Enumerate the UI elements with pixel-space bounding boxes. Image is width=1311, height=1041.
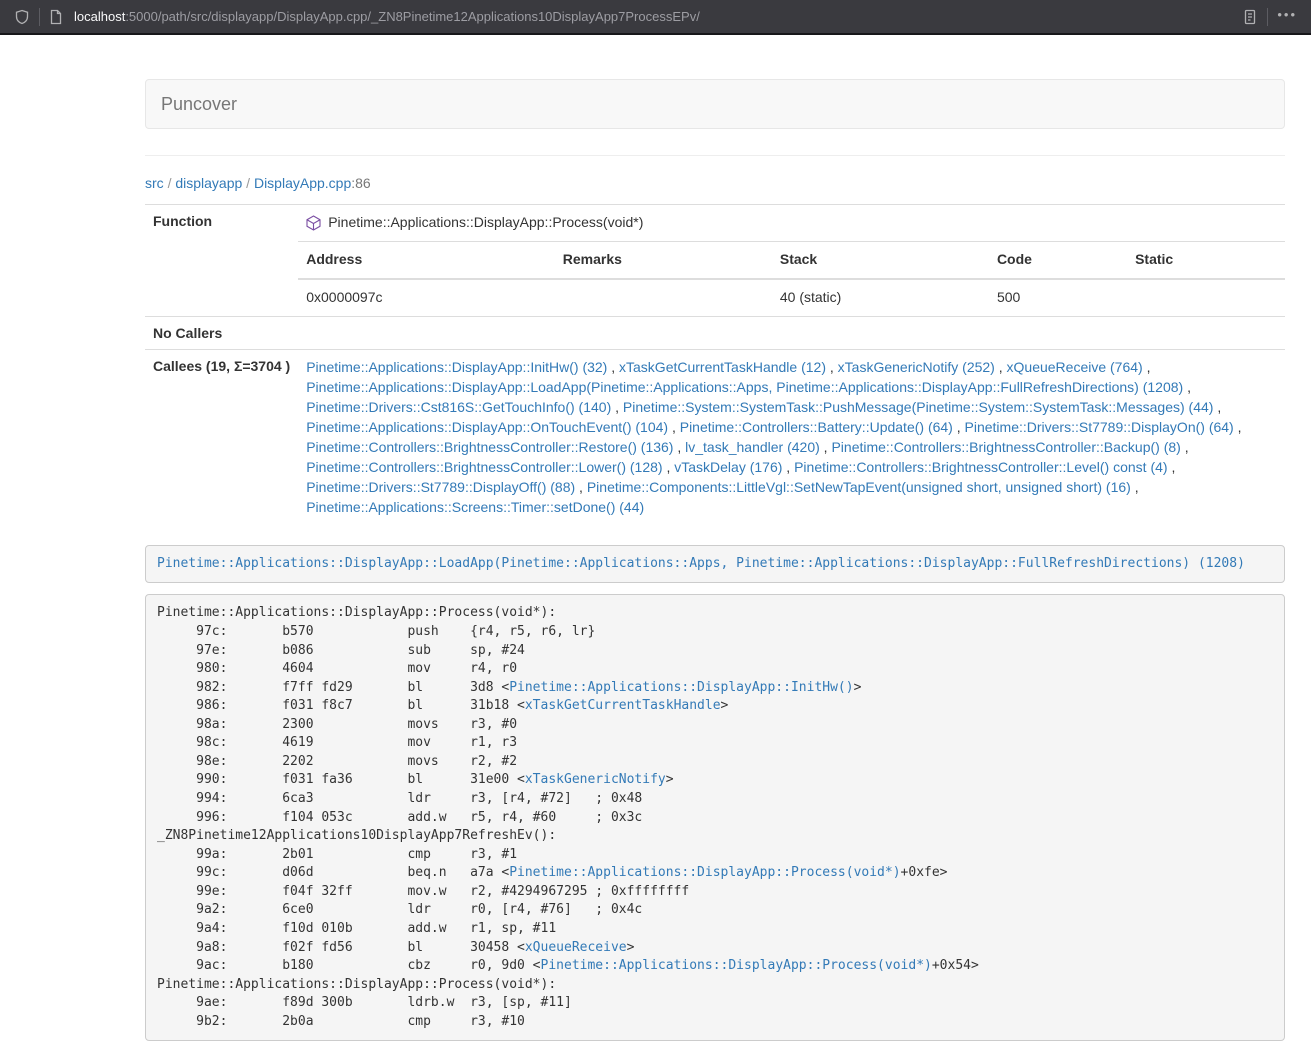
callee-link[interactable]: xTaskGenericNotify (252) [838,359,995,375]
breadcrumb-link-file[interactable]: DisplayApp.cpp [254,175,351,191]
callee-link[interactable]: Pinetime::Controllers::BrightnessControl… [306,459,662,475]
cell-code: 500 [989,279,1127,316]
function-name: Pinetime::Applications::DisplayApp::Proc… [328,213,643,233]
navbar: Puncover [145,79,1285,129]
asm-symbol-link[interactable]: Pinetime::Applications::DisplayApp::Proc… [541,958,932,973]
callee-link[interactable]: Pinetime::Controllers::Battery::Update()… [680,419,953,435]
callee-link[interactable]: Pinetime::Controllers::BrightnessControl… [306,439,673,455]
callee-link[interactable]: Pinetime::Drivers::St7789::DisplayOn() (… [965,419,1234,435]
reader-mode-icon[interactable] [1242,9,1258,25]
cell-remarks [555,279,772,316]
function-row: Function Pinetime::Applications::Display… [145,205,1285,241]
page-container: Puncover src / displayapp / DisplayApp.c… [145,79,1285,1041]
callee-link[interactable]: xQueueReceive (764) [1007,359,1143,375]
breadcrumb-separator: / [246,175,250,191]
cell-static [1127,279,1285,316]
highlighted-symbol-box: Pinetime::Applications::DisplayApp::Load… [145,545,1285,584]
callee-link[interactable]: Pinetime::Components::LittleVgl::SetNewT… [587,479,1131,495]
breadcrumb-link-displayapp[interactable]: displayapp [175,175,242,191]
stats-row: Address Remarks Stack Code Static 0x0000… [145,241,1285,316]
function-table: Function Pinetime::Applications::Display… [145,204,1285,526]
asm-symbol-link[interactable]: xTaskGenericNotify [525,772,666,787]
breadcrumb-separator: / [168,175,172,191]
chrome-divider [1267,8,1268,26]
callee-link[interactable]: Pinetime::Applications::DisplayApp::Load… [306,379,1183,395]
callee-link[interactable]: Pinetime::Applications::DisplayApp::Init… [306,359,607,375]
divider [145,155,1285,156]
callee-link[interactable]: lv_task_handler (420) [685,439,820,455]
assembly-code: Pinetime::Applications::DisplayApp::Proc… [145,594,1285,1041]
function-label: Function [145,205,298,241]
col-header-code: Code [989,241,1127,278]
callee-link[interactable]: Pinetime::Applications::DisplayApp::OnTo… [306,419,668,435]
url-path: :5000/path/src/displayapp/DisplayApp.cpp… [125,9,700,24]
breadcrumb-line-number: :86 [351,175,370,191]
callees-label: Callees (19, Σ=3704 ) [145,349,298,525]
callee-link[interactable]: Pinetime::Controllers::BrightnessControl… [794,459,1167,475]
col-header-address: Address [298,241,555,278]
breadcrumb: src / displayapp / DisplayApp.cpp:86 [145,175,1285,191]
callee-link[interactable]: vTaskDelay (176) [674,459,782,475]
asm-symbol-link[interactable]: Pinetime::Applications::DisplayApp::Init… [509,680,853,695]
cube-icon [306,215,321,231]
menu-icon[interactable]: ••• [1277,8,1297,25]
asm-symbol-link[interactable]: xTaskGetCurrentTaskHandle [525,698,721,713]
stats-table: Address Remarks Stack Code Static 0x0000… [298,241,1285,316]
callee-link[interactable]: Pinetime::Drivers::Cst816S::GetTouchInfo… [306,399,611,415]
callees-row: Callees (19, Σ=3704 ) Pinetime::Applicat… [145,349,1285,525]
callee-link[interactable]: Pinetime::Drivers::St7789::DisplayOff() … [306,479,575,495]
asm-symbol-link[interactable]: xQueueReceive [525,940,627,955]
no-callers-label: No Callers [145,316,298,349]
callee-link[interactable]: Pinetime::Applications::Screens::Timer::… [306,499,644,515]
callee-link[interactable]: Pinetime::System::SystemTask::PushMessag… [623,399,1214,415]
shield-icon[interactable] [14,9,30,25]
chrome-divider [39,8,40,26]
asm-symbol-link[interactable]: Pinetime::Applications::DisplayApp::Proc… [509,865,900,880]
page-icon [49,9,63,25]
loadapp-symbol-link[interactable]: Pinetime::Applications::DisplayApp::Load… [157,556,1245,571]
cell-stack: 40 (static) [772,279,989,316]
table-row: 0x0000097c 40 (static) 500 [298,279,1285,316]
col-header-remarks: Remarks [555,241,772,278]
callees-list: Pinetime::Applications::DisplayApp::Init… [298,349,1285,525]
brand-link[interactable]: Puncover [161,94,237,115]
col-header-stack: Stack [772,241,989,278]
no-callers-row: No Callers [145,316,1285,349]
callee-link[interactable]: xTaskGetCurrentTaskHandle (12) [619,359,826,375]
browser-bar: localhost:5000/path/src/displayapp/Displ… [0,0,1311,35]
url-input[interactable]: localhost:5000/path/src/displayapp/Displ… [74,9,1233,24]
breadcrumb-link-src[interactable]: src [145,175,164,191]
col-header-static: Static [1127,241,1285,278]
callee-link[interactable]: Pinetime::Controllers::BrightnessControl… [831,439,1180,455]
cell-address: 0x0000097c [298,279,555,316]
url-host: localhost [74,9,125,24]
